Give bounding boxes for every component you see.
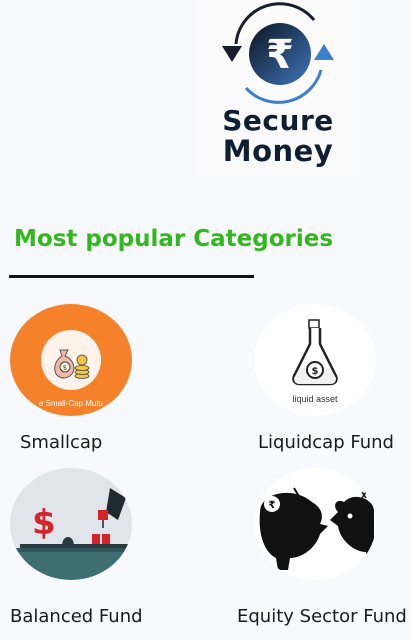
title-underline — [9, 275, 254, 278]
category-image[interactable]: $ e Small-Cap Mutu — [10, 304, 132, 416]
logo-text-money: Money — [222, 134, 334, 168]
category-label[interactable]: Balanced Fund — [10, 606, 143, 627]
rupee-exchange-icon: ₹ — [222, 2, 334, 104]
category-label[interactable]: Liquidcap Fund — [258, 432, 394, 453]
category-balanced-fund[interactable]: $ Balanced Fund — [10, 468, 143, 627]
category-image[interactable]: $ liquid asset — [254, 304, 376, 416]
svg-text:$: $ — [312, 366, 319, 377]
logo-text-secure: Secure — [222, 104, 334, 137]
category-label[interactable]: Smallcap — [20, 432, 102, 453]
svg-text:₹: ₹ — [269, 500, 276, 511]
section-title: Most popular Categories — [14, 226, 334, 252]
seesaw-dollar-icon: $ — [10, 488, 132, 580]
category-liquidcap-fund[interactable]: $ liquid asset Liquidcap Fund — [254, 304, 394, 453]
piggy-banks-icon: ₹ — [259, 487, 374, 570]
category-smallcap[interactable]: $ e Small-Cap Mutu Smallcap — [10, 304, 132, 453]
category-label[interactable]: Equity Sector Fund — [237, 606, 407, 627]
category-image-caption: liquid asset — [292, 394, 338, 404]
svg-text:$: $ — [63, 364, 67, 372]
category-image[interactable]: $ — [10, 468, 132, 580]
svg-text:$: $ — [32, 503, 56, 543]
secure-money-logo: ₹ Secure Money — [196, 0, 360, 178]
category-equity-sector-fund[interactable]: ₹ Equity Sector Fund — [237, 468, 407, 627]
category-image[interactable]: ₹ — [254, 468, 376, 580]
category-image-caption: e Small-Cap Mutu — [38, 399, 104, 408]
rupee-symbol: ₹ — [266, 32, 294, 78]
